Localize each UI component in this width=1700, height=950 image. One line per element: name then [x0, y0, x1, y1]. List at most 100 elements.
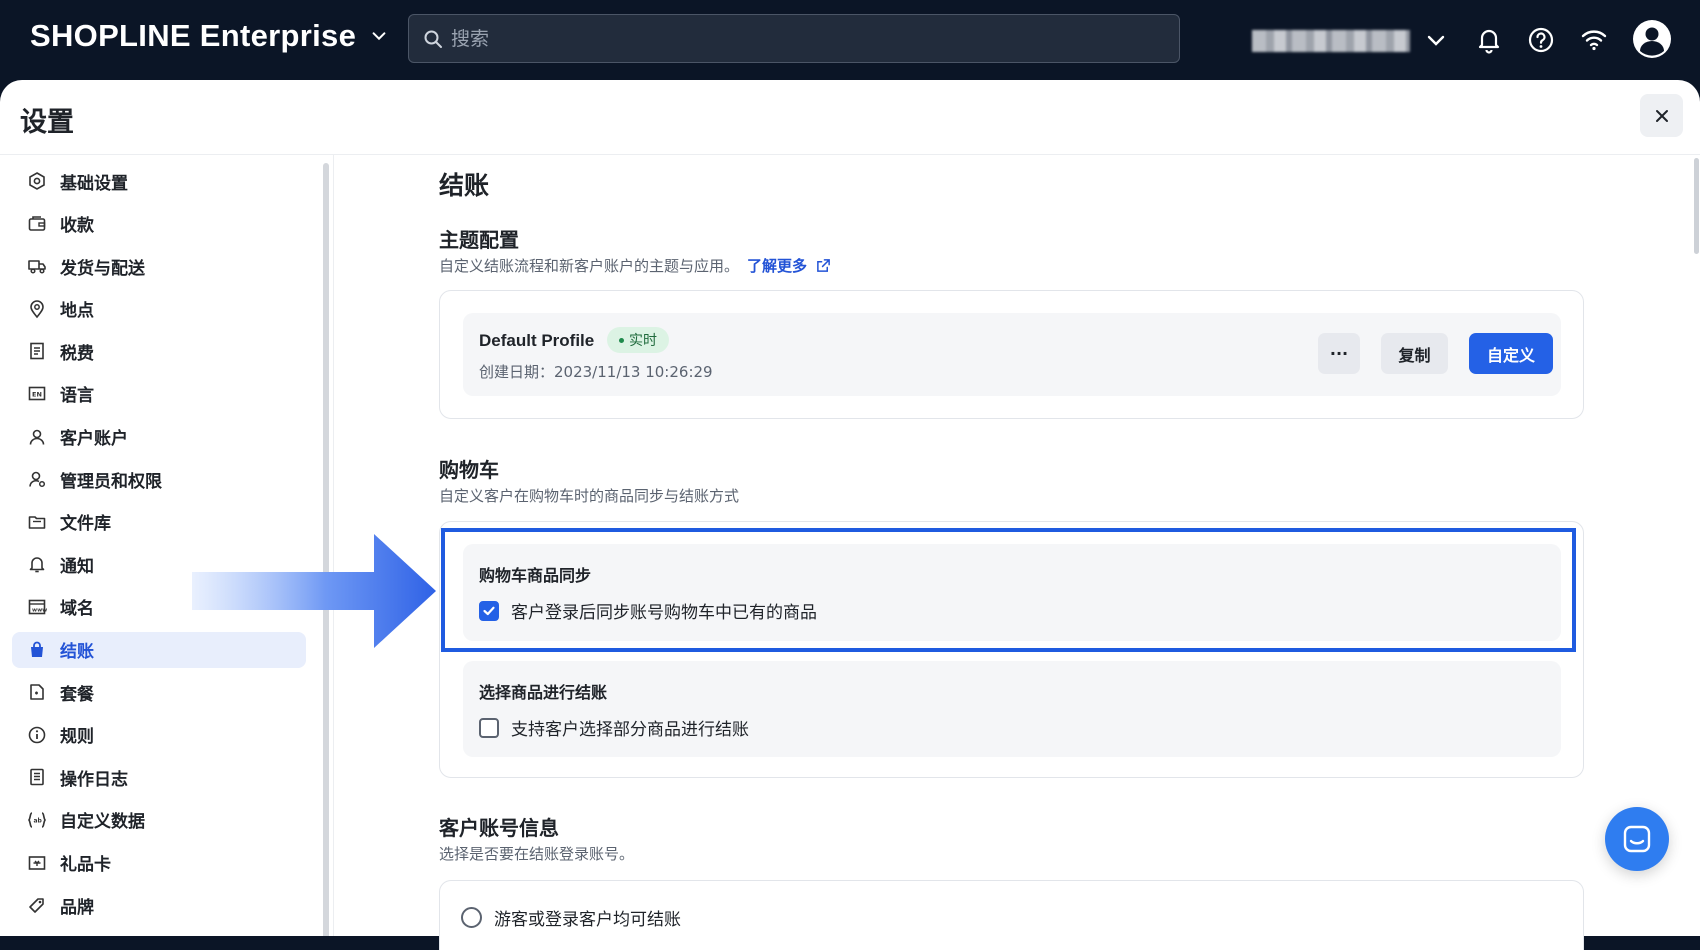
sidebar-item-label: 自定义数据: [60, 812, 145, 833]
chat-icon: [1623, 825, 1651, 853]
chat-button[interactable]: [1605, 807, 1669, 871]
sidebar-item-custom-data[interactable]: ab 自定义数据: [12, 802, 306, 838]
sidebar-item-policies[interactable]: 规则: [12, 717, 306, 753]
log-icon: [26, 766, 48, 788]
sidebar-item-label: 管理员和权限: [60, 471, 162, 492]
sidebar-item-payments[interactable]: 收款: [12, 206, 306, 242]
language-icon: EN: [26, 383, 48, 405]
sidebar-item-label: 地点: [60, 301, 94, 322]
sidebar-item-plans[interactable]: 套餐: [12, 674, 306, 710]
close-button[interactable]: [1640, 94, 1683, 137]
profile-created-date: 创建日期：2023/11/13 10:26:29: [479, 363, 713, 381]
store-switcher[interactable]: SHOPLINE Enterprise: [30, 18, 388, 54]
theme-config-desc: 自定义结账流程和新客户账户的主题与应用。 了解更多: [439, 255, 831, 276]
guest-or-member-row[interactable]: 游客或登录客户均可结账: [461, 905, 681, 930]
select-items-row[interactable]: 支持客户选择部分商品进行结账: [479, 715, 749, 740]
location-pin-icon: [26, 298, 48, 320]
svg-text:www: www: [32, 607, 47, 613]
content-scrollbar[interactable]: [1694, 158, 1699, 254]
close-icon: [1655, 109, 1668, 122]
highlight-box: [441, 528, 1576, 652]
page-title: 设置: [20, 107, 74, 138]
svg-text:ab: ab: [34, 817, 43, 824]
sidebar-item-taxes[interactable]: 税费: [12, 333, 306, 369]
search-icon: [424, 30, 442, 48]
profile-name: Default Profile: [479, 331, 595, 350]
theme-config-title: 主题配置: [439, 228, 519, 252]
cart-section-desc: 自定义客户在购物车时的商品同步与结账方式: [439, 487, 740, 505]
learn-more-label: 了解更多: [747, 257, 808, 275]
bag-icon: [26, 639, 48, 661]
sidebar-item-brand[interactable]: 品牌: [12, 887, 306, 923]
sidebar-item-customer-accounts[interactable]: 客户账户: [12, 419, 306, 455]
section-title-checkout: 结账: [439, 171, 490, 200]
sidebar-item-gift-cards[interactable]: 礼品卡: [12, 845, 306, 881]
select-items-title: 选择商品进行结账: [479, 683, 608, 702]
bell-icon: [26, 553, 48, 575]
sidebar-item-admins-permissions[interactable]: 管理员和权限: [12, 461, 306, 497]
copy-button[interactable]: 复制: [1381, 333, 1448, 374]
search-bar[interactable]: [408, 14, 1180, 63]
chevron-down-icon: [372, 32, 386, 41]
sidebar-item-label: 套餐: [60, 684, 94, 705]
top-bar: SHOPLINE Enterprise: [0, 0, 1700, 80]
gift-card-icon: [26, 852, 48, 874]
status-dot: [619, 337, 624, 343]
external-link-icon: [817, 259, 831, 272]
account-card: 游客或登录客户均可结账: [439, 880, 1584, 950]
account-name-redacted[interactable]: [1252, 30, 1410, 52]
sidebar-item-label: 操作日志: [60, 769, 128, 790]
avatar-icon[interactable]: [1632, 19, 1672, 59]
guest-or-member-radio[interactable]: [461, 907, 482, 928]
sidebar-item-label: 基础设置: [60, 173, 128, 194]
learn-more-link[interactable]: 了解更多: [747, 257, 831, 275]
settings-icon: [26, 170, 48, 192]
account-chevron-down-icon[interactable]: [1420, 24, 1452, 56]
sidebar-item-label: 文件库: [60, 514, 111, 535]
sidebar-item-shipping[interactable]: 发货与配送: [12, 248, 306, 284]
select-items-label: 支持客户选择部分商品进行结账: [511, 720, 749, 740]
account-info-desc: 选择是否要在结账登录账号。: [439, 845, 635, 863]
wallet-icon: [26, 213, 48, 235]
bell-icon[interactable]: [1473, 24, 1505, 56]
user-icon: [26, 426, 48, 448]
more-options-button[interactable]: ···: [1318, 333, 1360, 374]
sidebar-item-activity-log[interactable]: 操作日志: [12, 759, 306, 795]
sidebar-item-label: 域名: [60, 599, 94, 620]
help-icon[interactable]: [1525, 24, 1557, 56]
sidebar-item-label: 税费: [60, 343, 94, 364]
code-icon: ab: [26, 809, 48, 831]
domain-icon: www: [26, 596, 48, 618]
sidebar-item-locations[interactable]: 地点: [12, 291, 306, 327]
sidebar-item-label: 语言: [60, 386, 94, 407]
sidebar-item-basic-settings[interactable]: 基础设置: [12, 163, 306, 199]
brand-icon: [26, 894, 48, 916]
wifi-icon[interactable]: [1578, 24, 1610, 56]
pointer-arrow-graphic: [192, 534, 436, 648]
receipt-icon: [26, 340, 48, 362]
cart-section-title: 购物车: [439, 458, 499, 482]
admin-icon: [26, 468, 48, 490]
customize-button[interactable]: 自定义: [1469, 333, 1553, 374]
search-input[interactable]: [451, 27, 1151, 50]
sidebar-item-label: 通知: [60, 556, 94, 577]
theme-profile-row: Default Profile 实时 创建日期：2023/11/13 10:26…: [463, 313, 1561, 396]
settings-panel: 设置 基础设置 收款 发货与配送 地点 税费 EN 语言 客户账户 管理员和权限 …: [0, 80, 1700, 936]
sidebar-item-label: 礼品卡: [60, 855, 111, 875]
truck-icon: [26, 255, 48, 277]
svg-text:EN: EN: [32, 390, 42, 398]
sidebar-item-label: 发货与配送: [60, 258, 145, 279]
theme-card: Default Profile 实时 创建日期：2023/11/13 10:26…: [439, 290, 1584, 419]
select-items-checkbox[interactable]: [479, 717, 499, 738]
sidebar-item-label: 规则: [60, 727, 94, 748]
sidebar-item-label: 结账: [60, 642, 94, 663]
select-items-option: 选择商品进行结账 支持客户选择部分商品进行结账: [463, 661, 1561, 757]
sidebar-item-languages[interactable]: EN 语言: [12, 376, 306, 412]
folder-icon: [26, 511, 48, 533]
account-info-title: 客户账号信息: [439, 816, 559, 840]
info-icon: [26, 724, 48, 746]
sidebar-item-label: 客户账户: [60, 429, 128, 450]
sidebar-item-label: 收款: [60, 216, 94, 237]
guest-or-member-label: 游客或登录客户均可结账: [494, 910, 681, 930]
plan-icon: [26, 681, 48, 703]
